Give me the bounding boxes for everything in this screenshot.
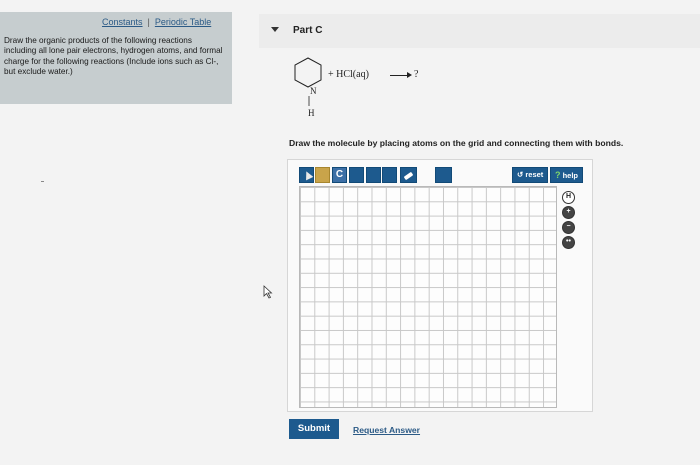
charge-tool[interactable] xyxy=(349,167,364,183)
carbon-atom-tool[interactable]: C xyxy=(332,167,347,183)
constants-link[interactable]: Constants xyxy=(102,17,143,27)
side-toolbar: H + − •• xyxy=(562,191,578,251)
reaction-arrow-icon xyxy=(390,72,412,78)
template-tool[interactable] xyxy=(366,167,381,183)
carbon-label: C xyxy=(335,169,344,180)
arrow-tool[interactable] xyxy=(435,167,452,183)
lone-pair-tool[interactable]: •• xyxy=(562,236,575,249)
reset-label: reset xyxy=(525,170,544,179)
reaction-scheme: N H + HCl(aq) ? xyxy=(288,52,448,124)
submit-button[interactable]: Submit xyxy=(289,419,339,439)
part-title: Part C xyxy=(293,25,323,36)
molecule-editor: C ↺ reset ? help H + − •• xyxy=(287,159,593,412)
problem-sidebar: Constants | Periodic Table Draw the orga… xyxy=(0,12,232,104)
help-button[interactable]: ? help xyxy=(550,167,584,183)
eraser-tool[interactable] xyxy=(400,167,417,183)
single-bond-tool[interactable] xyxy=(315,167,330,183)
reagent-text: + HCl(aq) xyxy=(328,69,369,80)
editor-toolbar: C ↺ reset ? help xyxy=(299,165,584,185)
help-icon: ? xyxy=(555,170,561,180)
resource-links: Constants | Periodic Table xyxy=(102,17,211,27)
piperidine-ring-icon xyxy=(294,57,322,106)
reset-button[interactable]: ↺ reset xyxy=(512,167,549,183)
nitrogen-atom-label: N xyxy=(310,86,317,96)
link-separator: | xyxy=(147,17,150,27)
hydrogen-tool[interactable]: H xyxy=(562,191,575,204)
negative-charge-tool[interactable]: − xyxy=(562,221,575,234)
ring-tool[interactable] xyxy=(382,167,397,183)
collapse-arrow-icon[interactable] xyxy=(271,27,279,32)
periodic-table-link[interactable]: Periodic Table xyxy=(155,17,211,27)
select-tool[interactable] xyxy=(299,167,314,183)
drawing-grid[interactable] xyxy=(299,186,557,408)
request-answer-link[interactable]: Request Answer xyxy=(353,425,420,435)
hydrogen-atom-label: H xyxy=(308,108,315,118)
eraser-icon xyxy=(403,171,414,181)
pointer-icon xyxy=(302,169,314,181)
part-header[interactable]: Part C xyxy=(259,14,700,48)
problem-instructions: Draw the organic products of the followi… xyxy=(4,36,223,77)
positive-charge-tool[interactable]: + xyxy=(562,206,575,219)
mouse-cursor-icon xyxy=(263,285,273,299)
editor-instruction: Draw the molecule by placing atoms on th… xyxy=(289,138,624,148)
product-placeholder: ? xyxy=(414,69,419,80)
stray-mark xyxy=(41,181,44,182)
help-label: help xyxy=(562,171,579,180)
